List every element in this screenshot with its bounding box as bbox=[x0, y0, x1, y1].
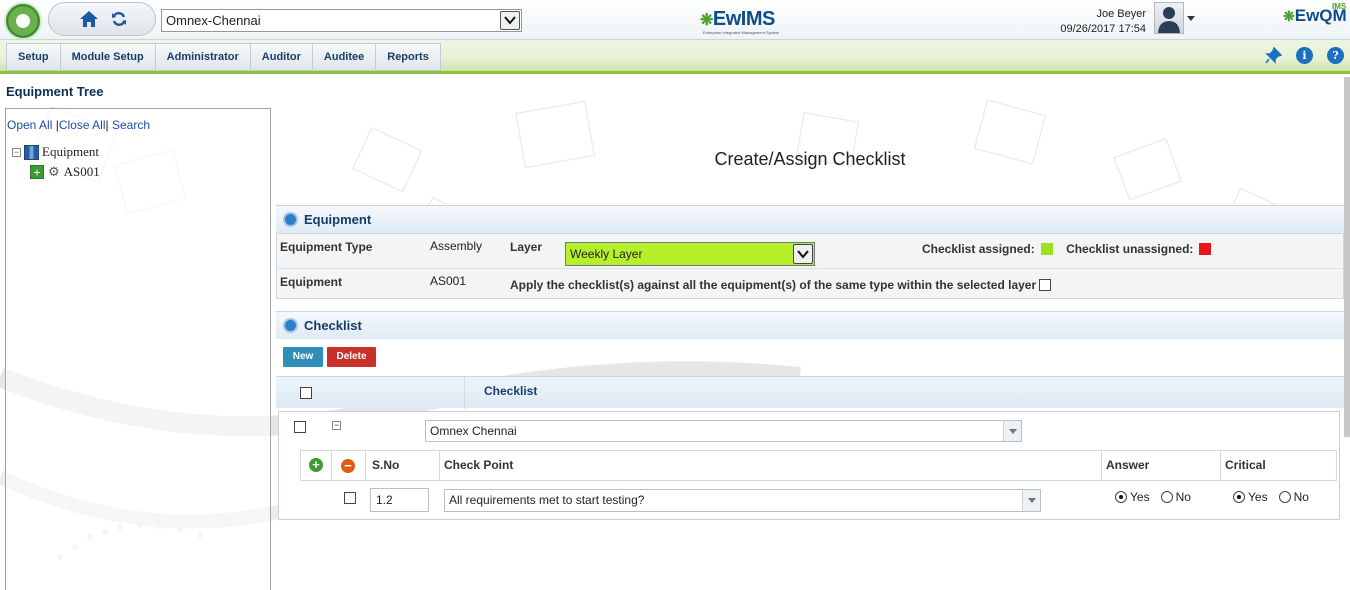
divider bbox=[439, 451, 440, 480]
equipment-type-label: Equipment Type bbox=[280, 240, 373, 254]
tree-node-label: AS001 bbox=[63, 164, 100, 179]
section-icon bbox=[283, 318, 298, 333]
top-bar: Omnex-Chennai ❋EwIMS Enterprise Integrat… bbox=[0, 0, 1350, 40]
help-icon[interactable]: ? bbox=[1327, 47, 1344, 64]
app-logo-icon[interactable] bbox=[4, 2, 42, 40]
critical-column-header: Critical bbox=[1225, 458, 1266, 472]
layer-label: Layer bbox=[510, 240, 543, 254]
assigned-swatch bbox=[1040, 243, 1053, 255]
group-checkbox[interactable] bbox=[294, 421, 306, 433]
refresh-icon[interactable] bbox=[111, 11, 127, 27]
add-row-icon[interactable]: + bbox=[309, 458, 323, 472]
caret-down-icon[interactable] bbox=[1187, 16, 1195, 21]
remove-row-icon[interactable]: − bbox=[341, 459, 355, 473]
equipment-tree-title: Equipment Tree bbox=[6, 84, 104, 99]
sno-input[interactable]: 1.2 bbox=[370, 488, 429, 512]
checklist-grid-header: Checklist bbox=[276, 376, 1344, 409]
menu-setup[interactable]: Setup bbox=[7, 44, 61, 70]
divider bbox=[276, 268, 1344, 269]
chevron-down-icon[interactable] bbox=[1022, 490, 1040, 511]
checklist-section-header: Checklist bbox=[276, 311, 1344, 339]
apply-to-layer-label: Apply the checklist(s) against all the e… bbox=[510, 278, 1037, 292]
menu-auditee[interactable]: Auditee bbox=[313, 44, 377, 70]
collapse-icon[interactable]: − bbox=[12, 147, 21, 157]
equipment-label: Equipment bbox=[280, 275, 342, 289]
menu-bar: Setup Module Setup Administrator Auditor… bbox=[0, 40, 1350, 74]
answer-radio-group: Yes No bbox=[1115, 490, 1191, 504]
answer-no-radio[interactable] bbox=[1160, 491, 1173, 503]
critical-no-label: No bbox=[1293, 490, 1309, 504]
close-all-link[interactable]: Close All bbox=[59, 118, 106, 132]
apply-to-layer-checkbox[interactable] bbox=[1039, 279, 1052, 291]
search-link[interactable]: Search bbox=[112, 118, 150, 132]
info-icon[interactable]: i bbox=[1296, 47, 1313, 64]
divider bbox=[1101, 451, 1102, 480]
pin-icon[interactable] bbox=[1265, 46, 1283, 64]
current-datetime: 09/26/2017 17:54 bbox=[1060, 23, 1146, 35]
answer-yes-label: Yes bbox=[1130, 490, 1150, 504]
critical-no-radio[interactable] bbox=[1278, 491, 1291, 503]
tree-links: Open All |Close All| Search bbox=[7, 118, 150, 132]
page-title: Create/Assign Checklist bbox=[714, 149, 906, 169]
equipment-value: AS001 bbox=[430, 274, 467, 288]
delete-button[interactable]: Delete bbox=[327, 347, 376, 367]
check-point-combo[interactable]: All requirements met to start testing? bbox=[444, 489, 1041, 512]
unassigned-label: Checklist unassigned: bbox=[1066, 242, 1194, 256]
equipment-section-header: Equipment bbox=[276, 205, 1344, 233]
main-menu: Setup Module Setup Administrator Auditor… bbox=[6, 43, 441, 71]
chevron-down-icon[interactable] bbox=[1003, 421, 1021, 441]
divider bbox=[1220, 451, 1221, 480]
check-point-column-header: Check Point bbox=[444, 458, 514, 472]
apply-to-layer-row: Apply the checklist(s) against all the e… bbox=[510, 278, 1052, 292]
assigned-label: Checklist assigned: bbox=[922, 242, 1035, 256]
critical-radio-group: Yes No bbox=[1233, 490, 1309, 504]
ewims-logo: ❋EwIMS bbox=[700, 8, 775, 30]
select-all-checkbox[interactable] bbox=[300, 387, 312, 399]
layer-select[interactable]: Weekly Layer bbox=[565, 242, 815, 266]
unassigned-swatch bbox=[1199, 243, 1212, 255]
critical-yes-label: Yes bbox=[1248, 490, 1268, 504]
menu-reports[interactable]: Reports bbox=[376, 44, 440, 70]
add-icon[interactable]: + bbox=[30, 165, 44, 179]
collapse-icon[interactable]: − bbox=[332, 421, 341, 430]
avatar[interactable] bbox=[1154, 2, 1184, 34]
tree-node-as001[interactable]: + ⚙ AS001 bbox=[30, 163, 100, 181]
nav-pill bbox=[48, 2, 156, 36]
chevron-down-icon[interactable] bbox=[793, 244, 813, 264]
checklist-column-header: Checklist bbox=[484, 384, 538, 398]
gear-icon: ⚙ bbox=[48, 164, 60, 180]
user-name: Joe Beyer bbox=[1096, 8, 1146, 20]
answer-yes-radio[interactable] bbox=[1115, 491, 1127, 503]
equipment-folder-icon bbox=[24, 144, 39, 160]
scrollbar[interactable] bbox=[1344, 77, 1350, 437]
divider bbox=[331, 451, 332, 480]
tree-node-equipment[interactable]: − Equipment bbox=[12, 143, 99, 161]
divider bbox=[464, 377, 465, 409]
site-select[interactable]: Omnex-Chennai bbox=[161, 9, 522, 32]
answer-no-label: No bbox=[1175, 490, 1191, 504]
menu-module-setup[interactable]: Module Setup bbox=[61, 44, 156, 70]
chevron-down-icon[interactable] bbox=[500, 11, 520, 30]
ewqm-logo-sup: IMS bbox=[1332, 2, 1347, 11]
divider bbox=[365, 451, 366, 480]
home-icon[interactable] bbox=[79, 10, 99, 28]
user-icon bbox=[1158, 7, 1180, 33]
critical-yes-radio[interactable] bbox=[1233, 491, 1245, 503]
site-select-value: Omnex-Chennai bbox=[166, 13, 261, 28]
tree-node-label: Equipment bbox=[42, 144, 100, 159]
checkpoint-header-row: + − S.No Check Point Answer Critical bbox=[300, 450, 1337, 481]
section-icon bbox=[283, 212, 298, 227]
checklist-legend: Checklist assigned: Checklist unassigned… bbox=[922, 242, 1212, 256]
open-all-link[interactable]: Open All bbox=[7, 118, 52, 132]
row-checkbox[interactable] bbox=[344, 492, 356, 504]
sno-column-header: S.No bbox=[372, 458, 400, 472]
ewims-tagline: Enterprise Integrated Management System bbox=[703, 30, 780, 35]
equipment-type-value: Assembly bbox=[430, 239, 483, 253]
menu-icons: i ? bbox=[1265, 46, 1344, 64]
menu-administrator[interactable]: Administrator bbox=[156, 44, 251, 70]
answer-column-header: Answer bbox=[1106, 458, 1150, 472]
checklist-group-combo[interactable]: Omnex Chennai bbox=[425, 420, 1022, 442]
menu-auditor[interactable]: Auditor bbox=[251, 44, 313, 70]
new-button[interactable]: New bbox=[283, 347, 323, 367]
